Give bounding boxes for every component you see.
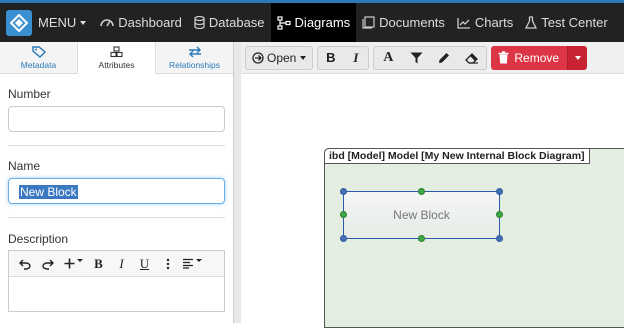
- documents-icon: [362, 16, 375, 29]
- italic-button[interactable]: I: [110, 254, 133, 274]
- align-menu-button[interactable]: [179, 254, 205, 274]
- nav-database[interactable]: Database: [188, 3, 271, 42]
- remove-button-group: Remove: [491, 45, 588, 70]
- style-group: A: [373, 45, 488, 70]
- caret-down-icon: [196, 259, 202, 262]
- remove-button[interactable]: Remove: [491, 45, 568, 70]
- resize-handle-left[interactable]: [340, 211, 347, 218]
- trash-icon: [498, 51, 509, 64]
- pencil-icon[interactable]: [430, 47, 458, 69]
- nav-documents[interactable]: Documents: [356, 3, 451, 42]
- nav-database-label: Database: [208, 15, 265, 30]
- name-label: Name: [8, 159, 41, 173]
- bold-button[interactable]: B: [318, 47, 343, 69]
- remove-label: Remove: [514, 50, 560, 65]
- properties-panel: Metadata Attributes Relationships Number…: [0, 42, 234, 323]
- plus-icon: [64, 258, 74, 269]
- nav-diagrams[interactable]: Diagrams: [270, 3, 357, 42]
- resize-handle-top-right[interactable]: [496, 188, 503, 195]
- redo-icon[interactable]: [36, 254, 59, 274]
- panel-splitter[interactable]: [234, 42, 241, 323]
- exchange-icon: [188, 46, 201, 57]
- resize-handle-top-left[interactable]: [340, 188, 347, 195]
- number-label: Number: [8, 87, 51, 101]
- tab-metadata-label: Metadata: [20, 59, 57, 70]
- diagram-frame-title: ibd [Model] Model [My New Internal Block…: [324, 148, 590, 164]
- resize-handle-bottom[interactable]: [418, 235, 425, 242]
- resize-handle-bottom-left[interactable]: [340, 235, 347, 242]
- caret-down-icon: [76, 259, 83, 262]
- bold-button[interactable]: B: [87, 254, 110, 274]
- tab-attributes[interactable]: Attributes: [77, 42, 156, 74]
- format-group: B I: [317, 45, 370, 70]
- nav-dashboard-label: Dashboard: [118, 15, 182, 30]
- open-button[interactable]: Open: [246, 47, 312, 69]
- app-logo-icon[interactable]: [6, 9, 32, 36]
- editor-toolbar: B I U: [9, 251, 224, 277]
- more-options-icon[interactable]: [156, 254, 179, 274]
- arrow-circle-right-icon: [252, 51, 264, 64]
- divider: [8, 145, 225, 146]
- resize-handle-top[interactable]: [418, 188, 425, 195]
- flask-icon: [525, 16, 538, 29]
- align-left-icon: [183, 258, 193, 269]
- nav-diagrams-label: Diagrams: [294, 15, 351, 30]
- tab-metadata[interactable]: Metadata: [0, 42, 77, 73]
- open-group: Open: [245, 45, 314, 70]
- diagram-toolbar: Open B I A Remove: [241, 42, 624, 74]
- top-navbar: MENU Dashboard Database Diagrams Documen…: [0, 0, 624, 42]
- caret-down-icon: [80, 20, 87, 25]
- diagrams-icon: [276, 15, 291, 30]
- charts-icon: [457, 17, 470, 29]
- tab-attributes-label: Attributes: [98, 59, 135, 70]
- caret-down-icon: [300, 55, 307, 60]
- block-element[interactable]: New Block: [343, 191, 500, 239]
- eraser-icon[interactable]: [458, 47, 486, 69]
- tag-icon: [31, 45, 46, 58]
- font-button[interactable]: A: [374, 47, 402, 69]
- number-field[interactable]: [8, 106, 225, 132]
- menu-button[interactable]: MENU: [32, 3, 94, 42]
- nav-test-center-label: Test Center: [541, 15, 608, 30]
- divider: [8, 217, 225, 218]
- cubes-icon: [110, 45, 123, 57]
- database-icon: [194, 16, 205, 29]
- undo-icon[interactable]: [13, 254, 36, 274]
- menu-label: MENU: [38, 15, 77, 30]
- description-label: Description: [8, 232, 69, 246]
- name-field[interactable]: New Block: [8, 178, 225, 204]
- name-value: New Block: [19, 185, 78, 199]
- nav-charts[interactable]: Charts: [451, 3, 519, 42]
- tab-relationships[interactable]: Relationships: [156, 42, 233, 73]
- nav-dashboard[interactable]: Dashboard: [94, 3, 188, 42]
- caret-down-icon: [574, 55, 581, 60]
- open-label: Open: [267, 50, 297, 65]
- remove-dropdown-button[interactable]: [567, 45, 588, 70]
- description-editor[interactable]: B I U: [8, 250, 225, 312]
- resize-handle-right[interactable]: [496, 211, 503, 218]
- filter-icon[interactable]: [402, 47, 430, 69]
- tab-relationships-label: Relationships: [168, 59, 221, 70]
- nav-documents-label: Documents: [379, 15, 445, 30]
- dashboard-icon: [100, 19, 115, 27]
- nav-charts-label: Charts: [474, 15, 514, 30]
- nav-test-center[interactable]: Test Center: [519, 3, 613, 42]
- block-label: New Block: [393, 208, 450, 222]
- properties-tabs: Metadata Attributes Relationships: [0, 42, 233, 74]
- insert-menu-button[interactable]: [59, 254, 87, 274]
- resize-handle-bottom-right[interactable]: [496, 235, 503, 242]
- underline-button[interactable]: U: [133, 254, 156, 274]
- italic-button[interactable]: I: [343, 47, 368, 69]
